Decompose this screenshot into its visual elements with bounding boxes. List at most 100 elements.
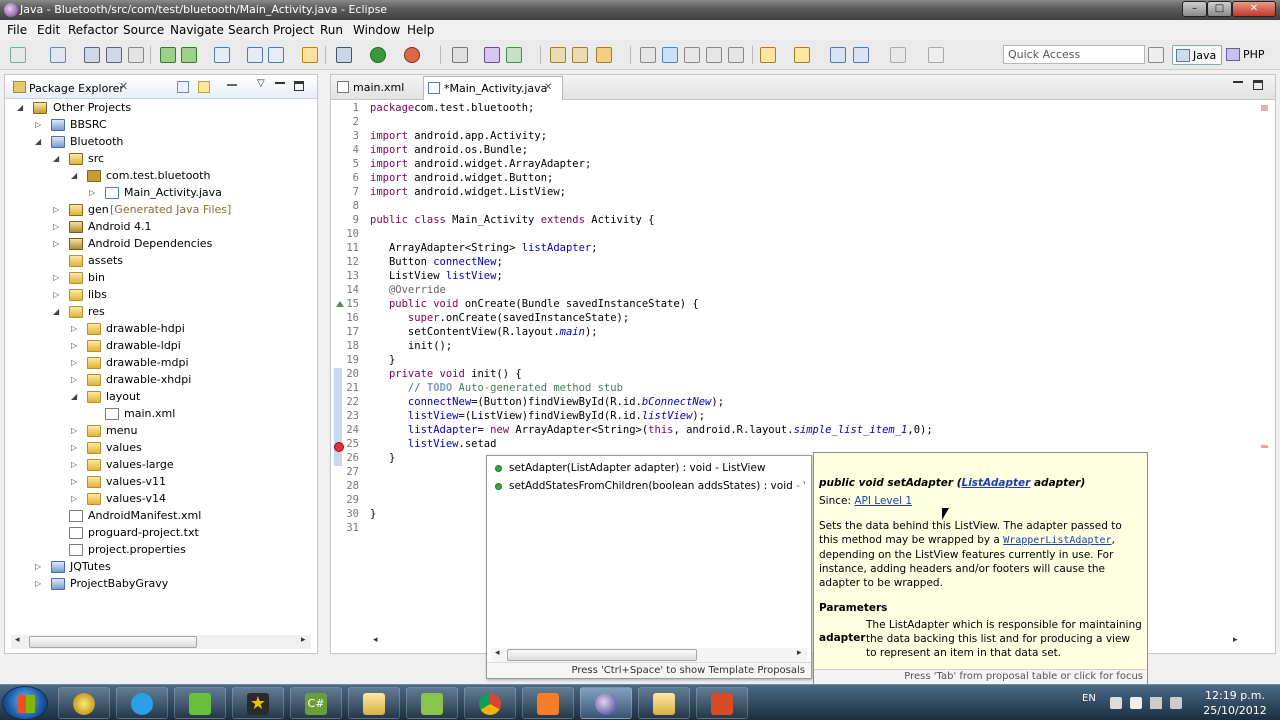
collapse-arrow-icon[interactable]: ◢ [53, 308, 61, 316]
clock-date[interactable]: 25/10/2012 [1203, 704, 1267, 717]
code-line[interactable]: 16 super.onCreate(savedInstanceState); [331, 312, 1231, 326]
expand-arrow-icon[interactable]: ▷ [35, 121, 43, 129]
task-evernote-icon[interactable] [174, 687, 226, 719]
scroll-right-icon[interactable]: ▸ [797, 648, 802, 658]
task-chrome-icon[interactable] [464, 687, 516, 719]
code-line[interactable]: 12 Button connectNew; [331, 256, 1231, 270]
expand-arrow-icon[interactable]: ▷ [53, 291, 61, 299]
code-line[interactable]: 5 import android.widget.ArrayAdapter; [331, 158, 1231, 172]
code-line[interactable]: 13 ListView listView; [331, 270, 1231, 284]
start-button[interactable] [2, 686, 48, 720]
new-java-class-icon[interactable] [506, 47, 522, 63]
package-explorer-title[interactable]: Package Explorer [29, 82, 124, 95]
code-line[interactable]: 18 init(); [331, 340, 1231, 354]
mark-occurrences-icon[interactable] [662, 47, 678, 63]
task-star-icon[interactable]: ★ [232, 687, 284, 719]
android-xml-icon[interactable] [268, 47, 284, 63]
code-line[interactable]: 1 packagecom.test.bluetooth; [331, 102, 1231, 116]
menu-refactor[interactable]: Refactor [68, 23, 118, 37]
previous-annotation-icon[interactable] [794, 47, 810, 63]
view-menu-chevron-icon[interactable]: ▽ [257, 78, 265, 89]
open-type-icon[interactable] [550, 47, 566, 63]
code-line[interactable]: 11 ArrayAdapter<String> listAdapter; [331, 242, 1231, 256]
tray-icon[interactable] [1110, 697, 1122, 709]
maximize-editor-icon[interactable] [1253, 80, 1263, 90]
minimize-view-icon[interactable] [275, 82, 285, 85]
expand-arrow-icon[interactable]: ▷ [71, 359, 79, 367]
menu-navigate[interactable]: Navigate [170, 23, 224, 37]
last-edit-location-icon[interactable] [830, 47, 846, 63]
task-visual-studio-icon[interactable]: C# [290, 687, 342, 719]
code-line[interactable]: 25 listView.setad [331, 438, 1231, 452]
view-menu-icon[interactable] [227, 84, 237, 90]
scroll-right-icon[interactable]: ▸ [1233, 635, 1238, 645]
collapse-arrow-icon[interactable]: ◢ [71, 172, 79, 180]
scroll-left-icon[interactable]: ◂ [373, 635, 378, 645]
menu-search[interactable]: Search [228, 23, 269, 37]
android-sdk-icon[interactable] [160, 47, 176, 63]
save-icon[interactable] [84, 47, 100, 63]
code-line[interactable]: 9 public class Main_Activity extends Acti… [331, 214, 1231, 228]
print-icon[interactable] [128, 47, 144, 63]
menu-run[interactable]: Run [320, 23, 343, 37]
open-perspective-icon[interactable] [1148, 47, 1164, 63]
minimize-editor-icon[interactable] [1233, 81, 1243, 84]
expand-arrow-icon[interactable]: ▷ [71, 478, 79, 486]
expand-arrow-icon[interactable]: ▷ [35, 580, 43, 588]
expand-arrow-icon[interactable]: ▷ [71, 342, 79, 350]
wrapper-list-adapter-link[interactable]: WrapperListAdapter [1003, 535, 1111, 546]
proposal-item[interactable]: setAddStatesFromChildren(boolean addsSta… [493, 478, 805, 495]
scroll-left-icon[interactable]: ◂ [495, 648, 500, 658]
collapse-all-icon[interactable] [177, 81, 189, 93]
expand-arrow-icon[interactable]: ▷ [53, 240, 61, 248]
minimize-button[interactable]: – [1182, 1, 1207, 17]
code-line[interactable]: 17 setContentView(R.layout.main); [331, 326, 1231, 340]
perspective-php[interactable]: PHP [1223, 45, 1273, 65]
code-line[interactable]: 21 // TODO Auto-generated method stub [331, 382, 1231, 396]
task-folder-icon[interactable] [348, 687, 400, 719]
menu-file[interactable]: File [7, 23, 27, 37]
expand-arrow-icon[interactable]: ▷ [71, 427, 79, 435]
code-line[interactable]: 19 } [331, 354, 1231, 368]
run-icon[interactable] [370, 47, 386, 63]
lint-icon[interactable] [214, 47, 230, 63]
task-explorer-icon[interactable] [638, 687, 690, 719]
tab-main-activity-java[interactable]: *Main_Activity.java ✕ [423, 76, 563, 100]
code-line[interactable]: 10 [331, 228, 1231, 242]
menu-window[interactable]: Window [353, 23, 400, 37]
scrollbar-thumb[interactable] [507, 649, 697, 661]
since-link[interactable]: API Level 1 [854, 495, 912, 507]
code-line[interactable]: 8 [331, 200, 1231, 214]
new-java-package-icon[interactable] [484, 47, 500, 63]
code-line[interactable]: 15 public void onCreate(Bundle savedInst… [331, 298, 1231, 312]
expand-arrow-icon[interactable]: ▷ [71, 444, 79, 452]
scrollbar-thumb[interactable] [29, 636, 197, 648]
collapse-arrow-icon[interactable]: ◢ [71, 393, 79, 401]
android-project-icon[interactable] [247, 47, 263, 63]
javadoc-popup[interactable]: public void setAdapter (ListAdapter adap… [813, 452, 1148, 684]
pin-editor-icon[interactable] [928, 47, 944, 63]
expand-arrow-icon[interactable]: ▷ [71, 325, 79, 333]
close-tab-icon[interactable]: ✕ [544, 82, 552, 93]
code-line[interactable]: 22 connectNew=(Button)findViewById(R.id.… [331, 396, 1231, 410]
next-annotation-icon[interactable] [760, 47, 776, 63]
task-eclipse-icon[interactable] [580, 687, 632, 719]
expand-arrow-icon[interactable]: ▷ [89, 189, 97, 197]
android-test-icon[interactable] [302, 47, 318, 63]
quick-access-input[interactable]: Quick Access [1003, 45, 1145, 64]
code-line[interactable]: 23 listView=(ListView)findViewById(R.id.… [331, 410, 1231, 424]
code-line[interactable]: 24 listAdapter= new ArrayAdapter<String>… [331, 424, 1231, 438]
collapse-arrow-icon[interactable]: ◢ [35, 138, 43, 146]
terminate-icon[interactable] [452, 47, 468, 63]
task-xampp-icon[interactable] [522, 687, 574, 719]
new-icon[interactable] [10, 47, 26, 63]
forward-icon[interactable] [890, 47, 906, 63]
expand-arrow-icon[interactable]: ▷ [71, 376, 79, 384]
collapse-arrow-icon[interactable]: ◢ [17, 104, 25, 112]
expand-arrow-icon[interactable]: ▷ [35, 563, 43, 571]
external-tools-icon[interactable] [404, 47, 420, 63]
content-assist-popup[interactable]: setAdapter(ListAdapter adapter) : void -… [486, 455, 812, 679]
proposal-item[interactable]: setAdapter(ListAdapter adapter) : void -… [493, 460, 805, 477]
perspective-java[interactable]: Java [1172, 45, 1222, 65]
package-explorer-horizontal-scrollbar[interactable]: ◂ ▸ [11, 635, 311, 649]
